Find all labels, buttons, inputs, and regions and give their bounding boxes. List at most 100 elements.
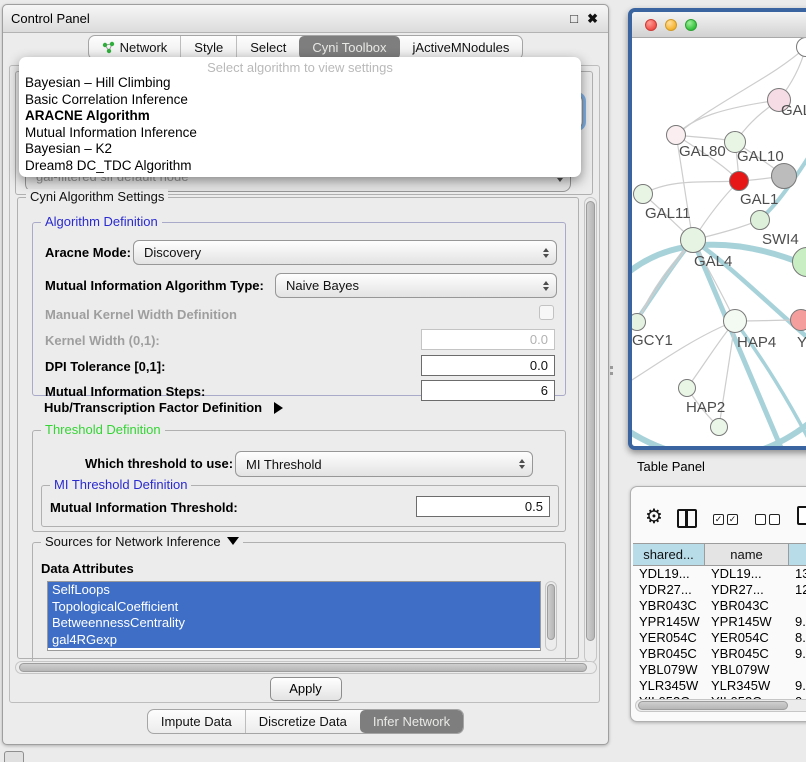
table-horizontal-scrollbar[interactable] [635, 699, 806, 712]
control-panel-titlebar[interactable]: Control Panel □ ✖ [3, 5, 608, 33]
which-threshold-value: MI Threshold [246, 457, 322, 472]
table-row[interactable]: YDL19...YDL19...13 [633, 566, 806, 582]
tab-style[interactable]: Style [180, 36, 236, 59]
column-header-name[interactable]: name [705, 544, 789, 565]
settings-vertical-scrollbar[interactable] [584, 197, 597, 663]
algorithm-option-aracne-algorithm[interactable]: ARACNE Algorithm [19, 108, 581, 125]
column-header-a[interactable]: A [789, 544, 806, 565]
table-cell: YLR345W [633, 678, 705, 694]
table-row[interactable]: YLR345WYLR345W9. [633, 678, 806, 694]
tab-select[interactable]: Select [236, 36, 299, 59]
data-attributes-list[interactable]: SelfLoopsTopologicalCoefficientBetweenne… [47, 581, 541, 651]
table-cell: YBR043C [705, 598, 789, 614]
manual-kernel-checkbox[interactable] [539, 305, 554, 320]
scrollbar-thumb[interactable] [19, 663, 587, 672]
apply-button[interactable]: Apply [270, 677, 342, 701]
attribute-item-topologicalcoefficient[interactable]: TopologicalCoefficient [48, 599, 540, 616]
mi-steps-label: Mutual Information Steps: [45, 384, 205, 399]
network-node-swi4[interactable] [750, 210, 770, 230]
network-window-titlebar[interactable] [632, 12, 806, 38]
table-row[interactable]: YPR145WYPR145W9. [633, 614, 806, 630]
table-row[interactable]: YDR27...YDR27...12 [633, 582, 806, 598]
float-window-icon[interactable]: □ [570, 11, 578, 26]
mi-type-combo[interactable]: Naive Bayes [275, 273, 557, 298]
deselect-columns-icon[interactable] [755, 514, 780, 525]
table-cell: 9. [789, 614, 806, 630]
tab-label: Style [194, 40, 223, 55]
network-view-window: GALGAL80GAL10GAL1GAL11SWI4GAL4GCY1HAP4YH… [628, 8, 806, 450]
scrollbar-thumb[interactable] [638, 701, 788, 710]
table-panel-window: ⚙ ✓ ✓ shared...nameA YDL19...YDL19...13Y… [630, 486, 806, 722]
close-window-icon[interactable]: ✖ [587, 11, 598, 27]
table-row[interactable]: YER054CYER054C8. [633, 630, 806, 646]
tab-infer-network[interactable]: Infer Network [360, 710, 463, 733]
hub-definition-toggle[interactable]: Hub/Transcription Factor Definition [44, 400, 283, 415]
mac-close-button[interactable] [645, 19, 657, 31]
algorithm-option-basic-correlation-inference[interactable]: Basic Correlation Inference [19, 92, 581, 109]
network-canvas[interactable]: GALGAL80GAL10GAL1GAL11SWI4GAL4GCY1HAP4YH… [632, 38, 806, 446]
algorithm-option-bayesian-k2[interactable]: Bayesian – K2 [19, 141, 581, 158]
dpi-tolerance-field[interactable]: 0.0 [421, 355, 555, 376]
scrollbar-thumb[interactable] [586, 201, 595, 641]
attributes-list-scrollbar[interactable] [545, 581, 557, 651]
network-node[interactable] [710, 418, 728, 436]
network-node-hap4[interactable] [723, 309, 747, 333]
table-cell: YBL079W [705, 662, 789, 678]
settings-horizontal-scrollbar[interactable] [15, 661, 597, 674]
new-column-icon[interactable] [797, 506, 806, 525]
node-label-hap4: HAP4 [737, 334, 776, 351]
algorithm-option-mutual-information-inference[interactable]: Mutual Information Inference [19, 125, 581, 142]
mi-steps-field[interactable]: 6 [421, 380, 555, 401]
attribute-item-selfloops[interactable]: SelfLoops [48, 582, 540, 599]
control-panel-window: Control Panel □ ✖ Network Style SelectCyni… [2, 4, 609, 745]
algorithm-definition-title: Algorithm Definition [41, 214, 162, 229]
aracne-mode-combo[interactable]: Discovery [133, 240, 557, 265]
node-label-gal11: GAL11 [645, 205, 691, 222]
table-row[interactable]: YBR045CYBR045C9. [633, 646, 806, 662]
kernel-width-field[interactable]: 0.0 [421, 329, 555, 350]
minimized-panel-button[interactable] [4, 751, 24, 762]
sources-title-text: Sources for Network Inference [45, 534, 221, 549]
collapse-down-icon [227, 537, 239, 545]
gear-icon[interactable]: ⚙ [645, 504, 663, 529]
network-node[interactable] [771, 163, 797, 189]
which-threshold-combo[interactable]: MI Threshold [235, 451, 533, 477]
mac-zoom-button[interactable] [685, 19, 697, 31]
mac-minimize-button[interactable] [665, 19, 677, 31]
mi-threshold-group-title: MI Threshold Definition [50, 477, 191, 492]
table-cell: YBR045C [705, 646, 789, 662]
algorithm-option-dream8-dc-tdc-algorithm[interactable]: Dream8 DC_TDC Algorithm [19, 158, 581, 175]
checked-box-icon: ✓ [727, 514, 738, 525]
panel-splitter-grip[interactable] [609, 366, 614, 378]
tab-discretize-data[interactable]: Discretize Data [245, 710, 360, 733]
table-row[interactable]: YBR043CYBR043C [633, 598, 806, 614]
table-row[interactable]: YBL079WYBL079W [633, 662, 806, 678]
network-node-hap2[interactable] [678, 379, 696, 397]
network-node-gal80[interactable] [666, 125, 686, 145]
sources-title[interactable]: Sources for Network Inference [41, 534, 243, 549]
table-cell: YDL19... [705, 566, 789, 582]
expand-right-icon [274, 402, 283, 414]
network-node-gal11[interactable] [633, 184, 653, 204]
column-header-shared[interactable]: shared... [633, 544, 705, 565]
combo-stepper-icon [543, 281, 549, 291]
tab-impute-data[interactable]: Impute Data [148, 710, 245, 733]
tab-network[interactable]: Network [89, 36, 181, 59]
mi-threshold-field[interactable]: 0.5 [416, 496, 550, 517]
network-node-y[interactable] [790, 309, 806, 331]
columns-layout-icon[interactable] [677, 509, 697, 528]
scrollbar-thumb[interactable] [547, 584, 555, 640]
data-attributes-label: Data Attributes [41, 561, 134, 576]
node-label-gal4: GAL4 [694, 253, 732, 270]
select-columns-icon[interactable]: ✓ ✓ [713, 514, 738, 525]
tab-jactivemnodules[interactable]: jActiveMNodules [400, 36, 523, 59]
network-node-gal4[interactable] [680, 227, 706, 253]
tab-cyni-toolbox[interactable]: Cyni Toolbox [299, 36, 399, 59]
algorithm-option-bayesian-hill-climbing[interactable]: Bayesian – Hill Climbing [19, 75, 581, 92]
node-label-gal1: GAL1 [740, 191, 778, 208]
attribute-item-gal4rgexp[interactable]: gal4RGexp [48, 632, 540, 649]
tab-label: Infer Network [373, 714, 450, 729]
attribute-item-betweennesscentrality[interactable]: BetweennessCentrality [48, 615, 540, 632]
network-node-gal1[interactable] [729, 171, 749, 191]
table-cell: YDR27... [633, 582, 705, 598]
